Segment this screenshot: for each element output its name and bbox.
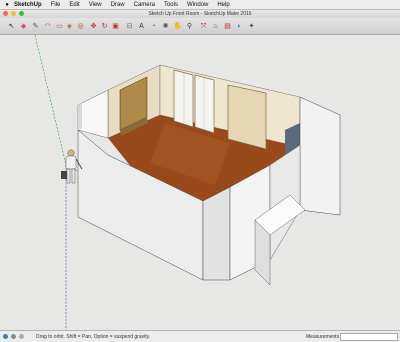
extension-manager-icon: ✦	[248, 23, 255, 30]
measurements-label: Measurements	[306, 334, 340, 340]
rotate-tool-button[interactable]: ↻	[99, 21, 110, 32]
extension-warehouse-icon: ▤	[224, 23, 231, 30]
warehouse-tool-button[interactable]: ⌂	[210, 21, 221, 32]
text-tool-icon: A	[139, 23, 144, 30]
left-wall-top-end	[77, 89, 109, 139]
door-middle	[194, 74, 215, 134]
orbit-tool-icon: ✺	[162, 23, 169, 30]
menu-item-edit[interactable]: Edit	[69, 2, 79, 8]
menu-item-camera[interactable]: Camera	[134, 2, 155, 8]
layout-icon: ◐	[237, 23, 242, 30]
menu-bar: ● SketchUp File Edit View Draw Camera To…	[0, 0, 400, 10]
zoom-extents-tool-button[interactable]: ⤧	[198, 21, 209, 32]
zoom-tool-button[interactable]: ⚲	[184, 21, 195, 32]
extension-manager-button[interactable]: ✦	[246, 21, 257, 32]
offset-tool-icon: ◎	[77, 23, 84, 30]
paint-bucket-tool-icon: ◔	[151, 23, 156, 30]
zoom-window-button[interactable]	[19, 11, 24, 16]
zoom-tool-icon: ⚲	[186, 23, 193, 30]
door-left	[173, 69, 194, 128]
main-toolbar: ↖ ◆ ✎ ◠ ▭ ◈ ◎ ✥ ↻ ▣ ⊟ A ◔ ✺ ✋ ⚲ ⤧ ⌂ ▤ ◐ ✦	[0, 18, 400, 35]
select-tool-icon: ↖	[8, 23, 15, 30]
extension-warehouse-button[interactable]: ▤	[222, 21, 233, 32]
close-window-button[interactable]	[3, 11, 8, 16]
menu-item-window[interactable]: Window	[187, 2, 208, 8]
arc-tool-icon: ◠	[44, 23, 51, 30]
status-bar: Drag to orbit. Shift = Pan, Option = sus…	[0, 330, 400, 342]
move-tool-icon: ✥	[90, 23, 97, 30]
rotate-tool-icon: ↻	[101, 23, 108, 30]
menu-item-view[interactable]: View	[89, 2, 102, 8]
door-right	[227, 84, 267, 150]
status-hint: Drag to orbit. Shift = Pan, Option = sus…	[36, 334, 151, 340]
instructor-icon[interactable]	[19, 334, 24, 339]
menu-item-draw[interactable]: Draw	[111, 2, 125, 8]
credits-icon[interactable]	[11, 334, 16, 339]
eraser-tool-button[interactable]: ◆	[18, 21, 29, 32]
model-viewport[interactable]	[0, 35, 400, 330]
scale-tool-icon: ▣	[112, 23, 119, 30]
menu-item-tools[interactable]: Tools	[164, 2, 178, 8]
room-model-drawing[interactable]	[0, 35, 400, 330]
apple-menu-icon[interactable]: ●	[0, 2, 14, 8]
tape-measure-tool-button[interactable]: ⊟	[124, 21, 135, 32]
text-tool-button[interactable]: A	[136, 21, 147, 32]
pan-tool-button[interactable]: ✋	[172, 21, 183, 32]
shapes-tool-icon: ▭	[56, 23, 63, 30]
orbit-tool-button[interactable]: ✺	[160, 21, 171, 32]
window-controls	[3, 11, 24, 16]
paint-bucket-tool-button[interactable]: ◔	[148, 21, 159, 32]
pan-tool-icon: ✋	[173, 23, 182, 30]
move-tool-button[interactable]: ✥	[88, 21, 99, 32]
push-pull-tool-button[interactable]: ◈	[64, 21, 75, 32]
status-icons	[3, 334, 24, 339]
zoom-extents-tool-icon: ⤧	[200, 23, 207, 30]
green-axis	[34, 35, 67, 166]
geo-location-icon[interactable]	[3, 334, 8, 339]
tape-measure-tool-icon: ⊟	[126, 23, 133, 30]
push-pull-tool-icon: ◈	[66, 23, 73, 30]
scale-tool-button[interactable]: ▣	[110, 21, 121, 32]
warehouse-tool-icon: ⌂	[213, 23, 218, 30]
layout-button[interactable]: ◐	[234, 21, 245, 32]
right-wall	[299, 96, 341, 216]
front-right-wall-end	[202, 186, 231, 281]
pencil-tool-icon: ✎	[32, 23, 39, 30]
menu-item-help[interactable]: Help	[217, 2, 229, 8]
arc-tool-button[interactable]: ◠	[42, 21, 53, 32]
measurements-input[interactable]	[340, 333, 398, 341]
window-titlebar: Sketch Up Front Room - SketchUp Make 201…	[0, 10, 400, 18]
menu-item-app[interactable]: SketchUp	[14, 2, 42, 8]
menu-item-file[interactable]: File	[51, 2, 61, 8]
window-title: Sketch Up Front Room - SketchUp Make 201…	[148, 11, 252, 17]
eraser-tool-icon: ◆	[20, 23, 27, 30]
select-tool-button[interactable]: ↖	[6, 21, 17, 32]
wall-edge	[78, 103, 82, 130]
pencil-tool-button[interactable]: ✎	[30, 21, 41, 32]
offset-tool-button[interactable]: ◎	[75, 21, 86, 32]
minimize-window-button[interactable]	[11, 11, 16, 16]
